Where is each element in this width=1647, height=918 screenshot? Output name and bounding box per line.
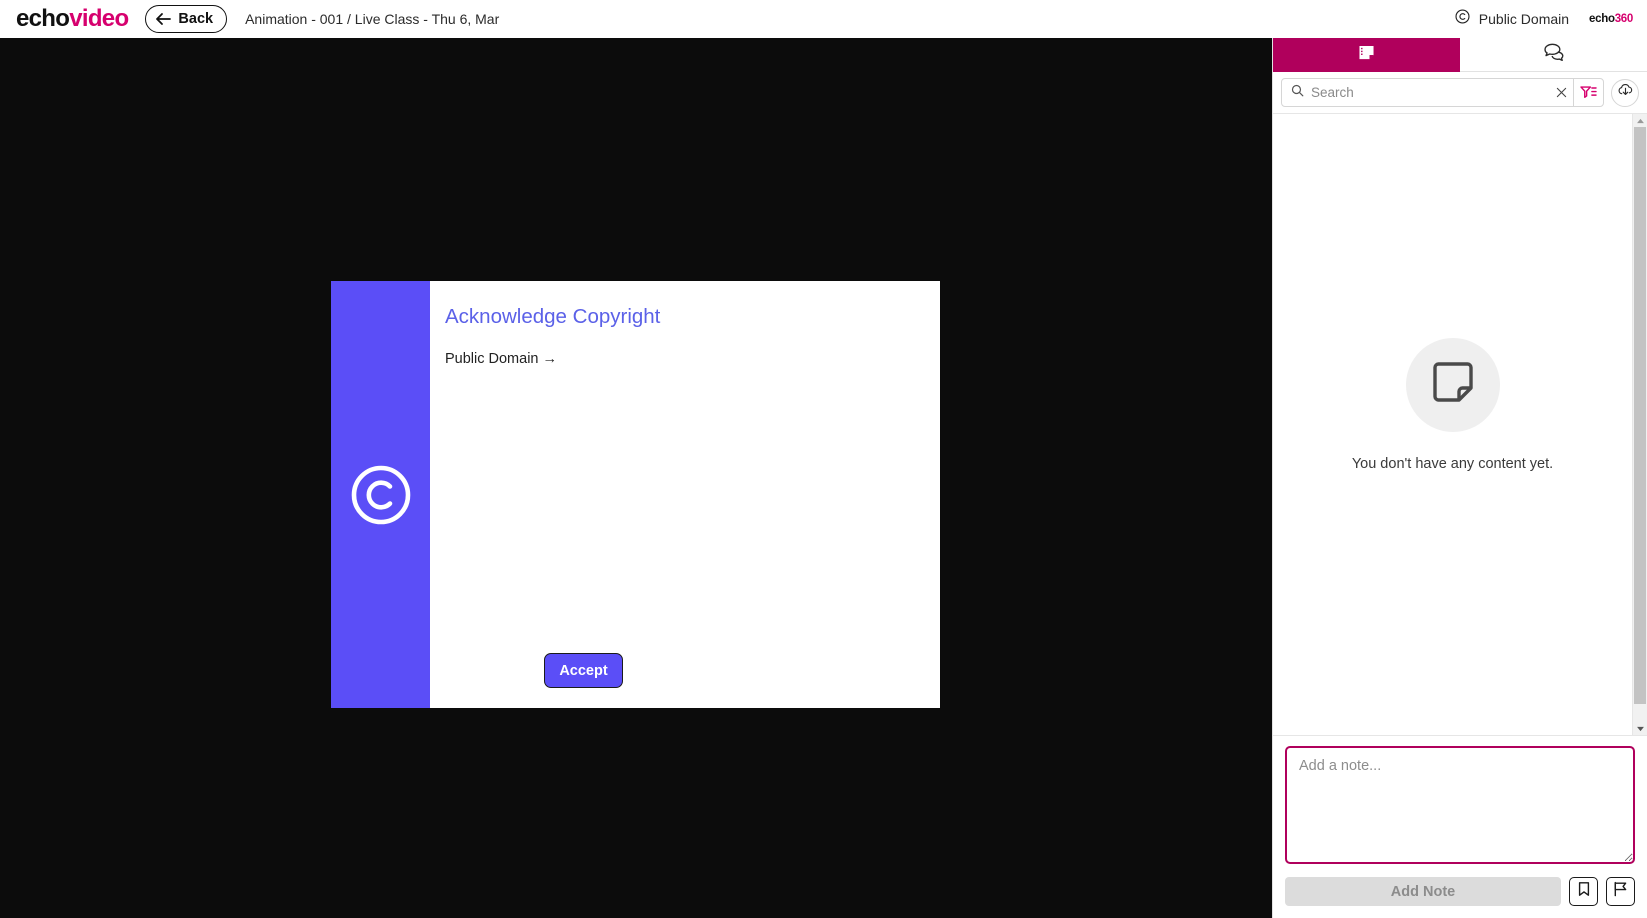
empty-state-icon-circle xyxy=(1405,337,1500,432)
note-input[interactable] xyxy=(1285,746,1635,864)
composer-actions: Add Note xyxy=(1285,877,1635,918)
caret-up-icon[interactable] xyxy=(1633,114,1647,127)
bookmark-icon xyxy=(1577,881,1591,902)
search-input[interactable] xyxy=(1311,85,1549,100)
brand-mark-360: 360 xyxy=(1614,13,1634,25)
top-bar-right: Public Domain echo360 xyxy=(1455,9,1633,29)
arrow-left-icon xyxy=(155,12,172,26)
search-row xyxy=(1273,72,1647,113)
logo-video-text: video xyxy=(69,5,129,32)
breadcrumb: Animation - 001 / Live Class - Thu 6, Ma… xyxy=(245,11,500,27)
top-bar: echovideo Back Animation - 001 / Live Cl… xyxy=(0,0,1647,38)
note-composer: Add Note xyxy=(1273,735,1647,918)
back-button-label: Back xyxy=(178,11,214,27)
notes-empty-state: You don't have any content yet. xyxy=(1273,114,1632,735)
notes-scrollbar[interactable] xyxy=(1632,114,1647,735)
dialog-accent-panel xyxy=(331,281,430,708)
logo-echo-text: echo xyxy=(16,5,70,32)
brand-mark-echo: echo xyxy=(1589,13,1615,25)
flag-icon xyxy=(1613,881,1628,902)
tab-notes[interactable] xyxy=(1273,38,1460,72)
scrollbar-thumb[interactable] xyxy=(1634,127,1646,704)
cloud-download-icon xyxy=(1617,83,1634,103)
copyright-status-label: Public Domain xyxy=(1478,11,1570,27)
bookmark-button[interactable] xyxy=(1569,877,1598,906)
echo360-brand-mark: echo360 xyxy=(1589,13,1633,25)
cloud-download-button[interactable] xyxy=(1611,78,1639,107)
note-icon xyxy=(1357,43,1376,67)
app-root: echovideo Back Animation - 001 / Live Cl… xyxy=(0,0,1647,918)
add-note-button[interactable]: Add Note xyxy=(1285,877,1561,906)
dialog-body-text: Public Domain → xyxy=(445,351,558,367)
tab-discussions[interactable] xyxy=(1460,38,1647,72)
acknowledge-copyright-dialog: Acknowledge Copyright Public Domain → Ac… xyxy=(331,281,940,708)
filter-list-icon[interactable] xyxy=(1573,79,1603,106)
chat-bubbles-icon xyxy=(1542,42,1566,67)
back-button[interactable]: Back xyxy=(145,5,228,33)
note-page-icon xyxy=(1429,358,1477,411)
empty-state-message: You don't have any content yet. xyxy=(1351,455,1554,472)
caret-down-icon[interactable] xyxy=(1633,722,1647,735)
video-stage[interactable]: Acknowledge Copyright Public Domain → Ac… xyxy=(0,38,1272,918)
echovideo-logo: echovideo xyxy=(16,5,129,32)
close-icon[interactable] xyxy=(1549,79,1573,106)
search-icon xyxy=(1291,84,1304,102)
notes-content-area: You don't have any content yet. xyxy=(1273,113,1647,735)
accept-button[interactable]: Accept xyxy=(544,653,623,688)
copyright-icon xyxy=(350,464,412,531)
sidebar-tabs xyxy=(1273,38,1647,72)
copyright-icon xyxy=(1455,9,1470,29)
scrollbar-track-bottom[interactable] xyxy=(1633,704,1647,722)
flag-button[interactable] xyxy=(1606,877,1635,906)
right-sidebar: You don't have any content yet. Add Note xyxy=(1272,38,1647,918)
search-box[interactable] xyxy=(1281,78,1604,107)
dialog-title: Acknowledge Copyright xyxy=(445,305,661,328)
dialog-content: Acknowledge Copyright Public Domain → Ac… xyxy=(430,281,940,708)
